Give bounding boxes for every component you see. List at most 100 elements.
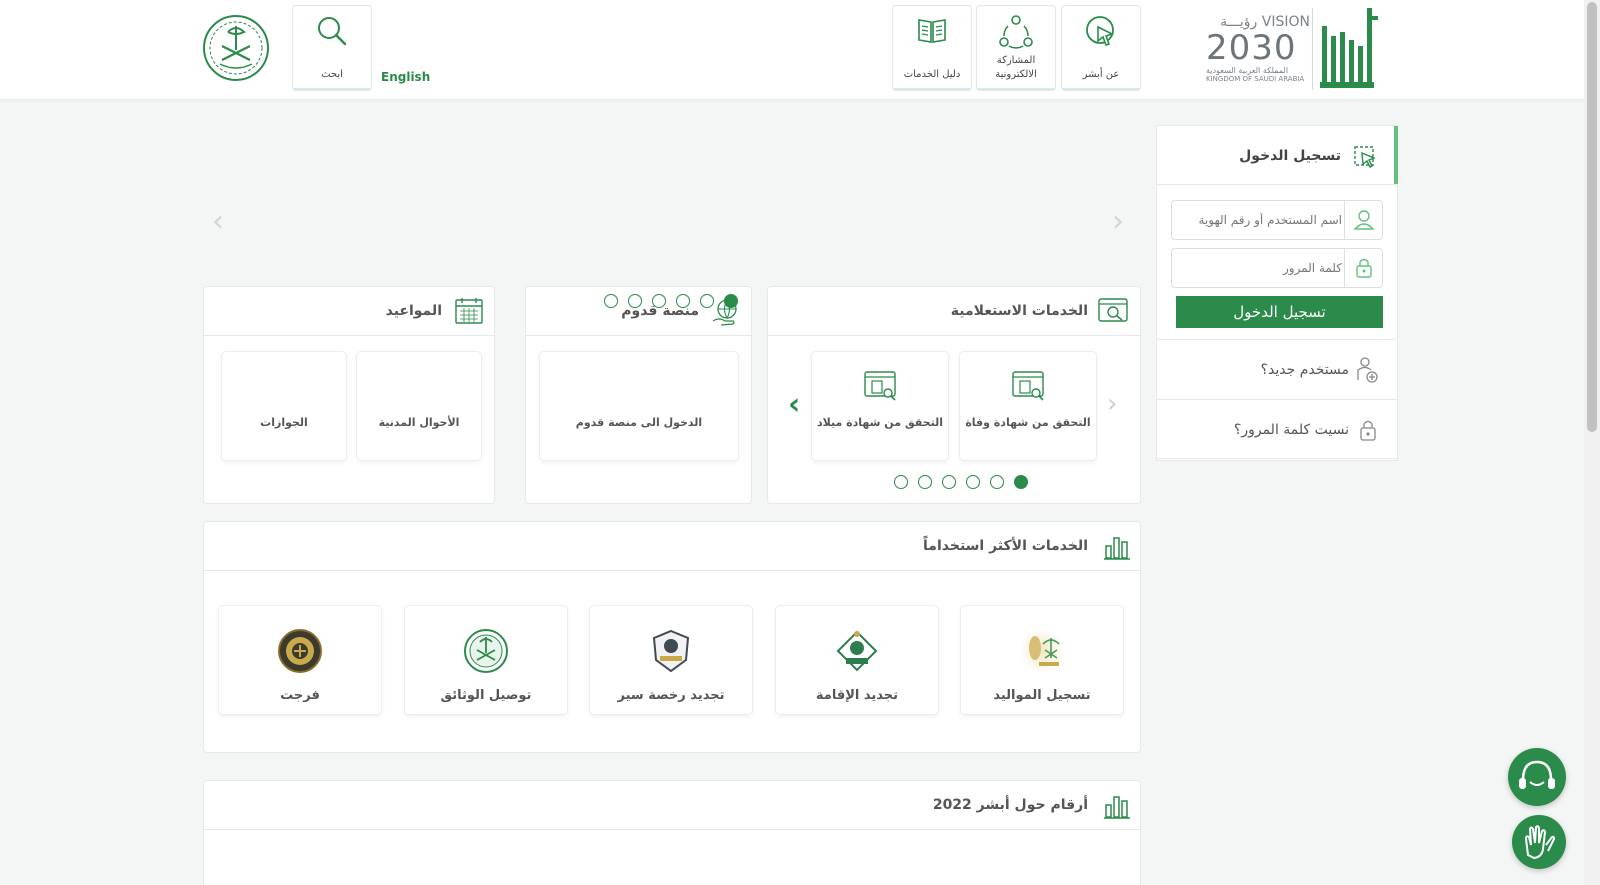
sign-language-button[interactable] <box>1512 815 1566 869</box>
pagination-dot[interactable] <box>894 475 908 489</box>
tile-label: الجوازات <box>260 416 308 429</box>
service-document-delivery[interactable]: توصيل الوثائق <box>404 605 568 715</box>
prisons-emblem-icon <box>277 628 323 674</box>
pagination-dot[interactable] <box>1014 475 1028 489</box>
support-chat-button[interactable] <box>1508 748 1566 806</box>
lock-icon <box>1344 249 1382 287</box>
appointment-tile-passports[interactable]: الجوازات <box>221 351 347 461</box>
search-label: ابحث <box>321 69 343 80</box>
browser-search-icon <box>1098 298 1128 322</box>
service-label: تجديد الإقامة <box>815 688 899 703</box>
password-field[interactable] <box>1171 248 1383 288</box>
qudoom-tile-enter[interactable]: الدخول الى منصة قدوم <box>539 351 739 461</box>
card-title: المواعيد <box>385 303 442 319</box>
card-title: الخدمات الأكثر استخداماً <box>923 538 1088 554</box>
card-header: الخدمات الأكثر استخداماً <box>204 522 1140 571</box>
service-vehicle-registration-renewal[interactable]: تجديد رخصة سير <box>589 605 753 715</box>
forgot-password-label: نسيت كلمة المرور؟ <box>1233 422 1349 438</box>
service-label: تسجيل المواليد <box>993 688 1091 703</box>
user-icon <box>1344 201 1382 239</box>
scrollbar-thumb[interactable] <box>1587 2 1597 432</box>
tile-label: الدخول الى منصة قدوم <box>575 416 703 429</box>
card-header: الخدمات الاستعلامية <box>768 287 1140 336</box>
vision-2030-logo: رؤيـــة VISION 2030 المملكة العربية السع… <box>1206 14 1310 90</box>
pagination-dot[interactable] <box>724 294 738 308</box>
appointment-tile-civil-affairs[interactable]: الأحوال المدنية <box>356 351 482 461</box>
nav-label: دليل الخدمات <box>903 69 961 80</box>
card-header: أرقام حول أبشر 2022 <box>204 781 1140 830</box>
tile-label: الأحوال المدنية <box>378 416 460 429</box>
traffic-police-emblem-icon <box>648 628 694 674</box>
open-book-icon <box>918 19 946 43</box>
new-user-label: مستخدم جديد؟ <box>1260 362 1349 378</box>
login-title: تسجيل الدخول <box>1239 148 1341 164</box>
pagination-dot[interactable] <box>918 475 932 489</box>
saudi-emblem-icon <box>463 628 509 674</box>
pagination-dot[interactable] <box>652 294 666 308</box>
tile-label: التحقق من شهادة ميلاد <box>817 416 943 429</box>
card-header: المواعيد <box>204 287 494 336</box>
tile-label: التحقق من شهادة وفاة <box>965 416 1091 429</box>
site-header: رؤيـــة VISION 2030 المملكة العربية السع… <box>0 0 1584 99</box>
search-button[interactable]: ابحث <box>292 5 372 91</box>
nav-e-participation[interactable]: المشاركة الالكترونية <box>976 5 1056 91</box>
nav-label: عن أبشر <box>1082 69 1120 80</box>
bar-chart-icon <box>1104 537 1130 560</box>
pagination-dot[interactable] <box>604 294 618 308</box>
logo-divider <box>1312 8 1313 90</box>
document-search-icon <box>1012 371 1044 401</box>
pagination-dot[interactable] <box>628 294 642 308</box>
vision-line4: KINGDOM OF SAUDI ARABIA <box>1206 75 1305 83</box>
password-input[interactable] <box>1177 249 1342 287</box>
username-field[interactable] <box>1171 200 1383 240</box>
pagination-dot[interactable] <box>942 475 956 489</box>
username-input[interactable] <box>1177 201 1342 239</box>
service-label: توصيل الوثائق <box>440 688 532 703</box>
inquiry-tile-birth-certificate[interactable]: التحقق من شهادة ميلاد <box>811 351 949 461</box>
civil-affairs-emblem-icon <box>1019 628 1065 674</box>
language-toggle[interactable]: English <box>381 70 430 84</box>
calendar-icon <box>455 298 483 324</box>
ministry-emblem <box>202 14 270 82</box>
cursor-click-icon <box>1086 16 1115 47</box>
login-header-divider <box>1157 184 1397 185</box>
headset-icon <box>1519 760 1555 789</box>
service-label: فرجت <box>280 688 320 703</box>
inquiry-prev-arrow[interactable]: ‹ <box>788 387 800 422</box>
login-cursor-icon <box>1354 146 1376 168</box>
bar-chart-icon <box>1104 796 1130 819</box>
inquiry-next-arrow[interactable]: › <box>1107 389 1117 419</box>
carousel-prev-arrow[interactable]: ‹ <box>212 204 224 239</box>
login-submit-button[interactable]: تسجيل الدخول <box>1176 296 1383 328</box>
passports-emblem-icon <box>834 628 880 674</box>
nav-services-guide[interactable]: دليل الخدمات <box>892 5 972 91</box>
pagination-dot[interactable] <box>990 475 1004 489</box>
inquiry-tile-death-certificate[interactable]: التحقق من شهادة وفاة <box>959 351 1097 461</box>
appointments-card: المواعيد الأحوال المدنية الجوازات <box>203 286 495 504</box>
absher-logo[interactable] <box>1318 6 1380 90</box>
nav-about-absher[interactable]: عن أبشر <box>1061 5 1141 91</box>
pagination-dot[interactable] <box>676 294 690 308</box>
sign-language-hands-icon <box>1524 825 1556 860</box>
service-farajat[interactable]: فرجت <box>218 605 382 715</box>
carousel-next-arrow[interactable]: › <box>1112 204 1124 239</box>
page-scrollbar[interactable] <box>1584 0 1600 885</box>
forgot-password-link[interactable]: نسيت كلمة المرور؟ <box>1157 399 1397 459</box>
pagination-dot[interactable] <box>700 294 714 308</box>
absher-numbers-card: أرقام حول أبشر 2022 <box>203 780 1141 885</box>
lock-icon <box>1360 420 1376 441</box>
share-network-icon <box>999 15 1033 49</box>
inquiry-services-card: الخدمات الاستعلامية › التحقق من شهادة وف… <box>767 286 1141 504</box>
new-user-link[interactable]: مستخدم جديد؟ <box>1157 339 1397 399</box>
login-accent-bar <box>1394 126 1398 184</box>
vision-number: 2030 <box>1206 28 1297 68</box>
pagination-dot[interactable] <box>966 475 980 489</box>
card-title: أرقام حول أبشر 2022 <box>932 797 1088 813</box>
service-iqama-renewal[interactable]: تجديد الإقامة <box>775 605 939 715</box>
service-birth-registration[interactable]: تسجيل المواليد <box>960 605 1124 715</box>
nav-label: المشاركة الالكترونية <box>995 55 1037 80</box>
add-user-icon <box>1357 357 1378 383</box>
qudoom-card: منصة قدوم الدخول الى منصة قدوم <box>525 286 752 504</box>
document-search-icon <box>864 371 896 401</box>
search-icon <box>318 17 347 46</box>
